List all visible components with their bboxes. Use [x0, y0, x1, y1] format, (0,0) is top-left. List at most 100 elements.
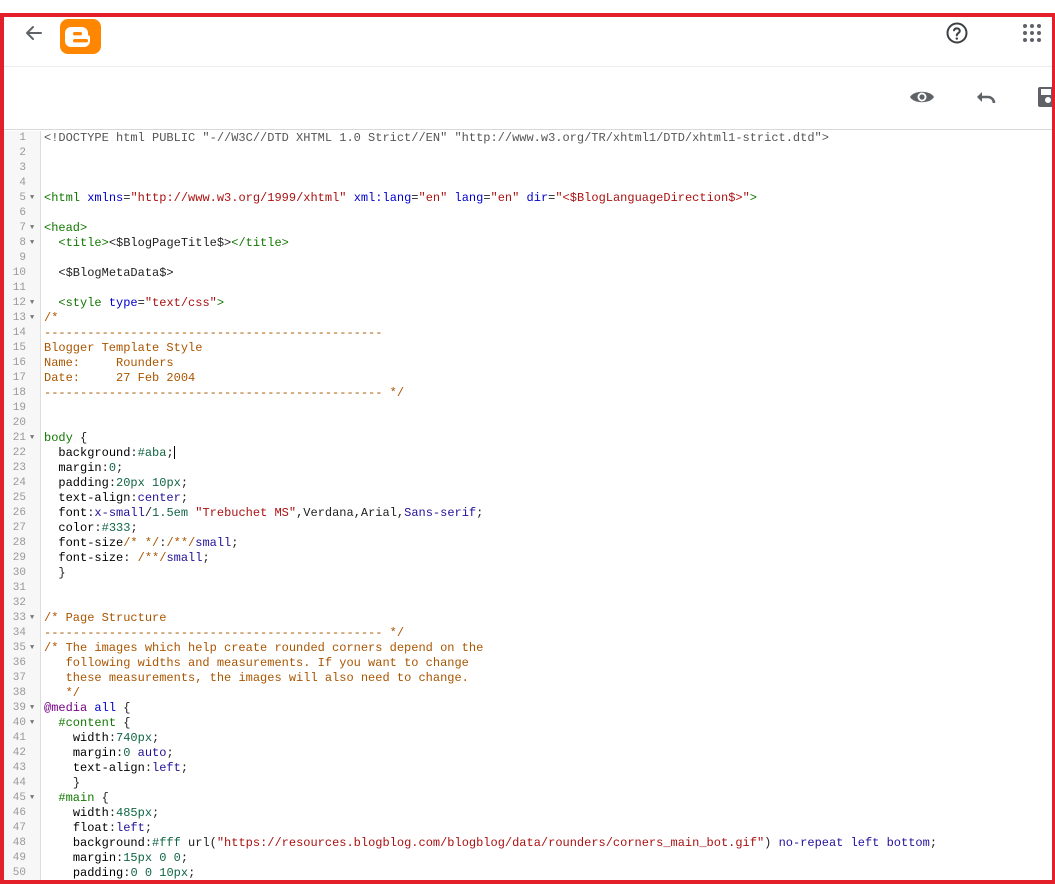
code-line[interactable]: 22 background:#aba; — [4, 446, 1052, 461]
code-line[interactable]: 8 ▼ <title><$BlogPageTitle$></title> — [4, 236, 1052, 251]
line-number: 1 — [19, 132, 26, 144]
code-token: 20px — [116, 476, 145, 490]
code-text: } — [44, 776, 80, 791]
code-line[interactable]: 26 font:x-small/1.5em "Trebuchet MS",Ver… — [4, 506, 1052, 521]
apps-grid-icon[interactable] — [1020, 21, 1044, 45]
code-line[interactable]: 31 — [4, 581, 1052, 596]
code-line[interactable]: 40 ▼ #content { — [4, 716, 1052, 731]
line-number: 48 — [12, 837, 26, 849]
code-line[interactable]: 25 text-align:center; — [4, 491, 1052, 506]
code-line[interactable]: 33 ▼ /* Page Structure — [4, 611, 1052, 626]
eye-icon[interactable] — [908, 83, 936, 111]
fold-arrow-icon[interactable]: ▼ — [30, 236, 34, 251]
code-line[interactable]: 36 following widths and measurements. If… — [4, 656, 1052, 671]
help-circle-icon[interactable] — [944, 20, 970, 46]
fold-arrow-icon[interactable]: ▼ — [30, 296, 34, 311]
code-line[interactable]: 9 — [4, 251, 1052, 266]
fold-arrow-icon[interactable]: ▼ — [30, 701, 34, 716]
fold-arrow-icon[interactable]: ▼ — [30, 791, 34, 806]
line-number: 47 — [12, 822, 26, 834]
code-token: <html — [44, 191, 81, 205]
code-line[interactable]: 13 ▼ /* — [4, 311, 1052, 326]
line-number: 29 — [12, 552, 26, 564]
code-line[interactable]: 3 — [4, 161, 1052, 176]
code-line[interactable]: 20 — [4, 416, 1052, 431]
line-number: 40 — [12, 717, 26, 729]
code-token: center — [137, 491, 181, 505]
code-line[interactable]: 35 ▼ /* The images which help create round… — [4, 641, 1052, 656]
code-line[interactable]: 1 <!DOCTYPE html PUBLIC "-//W3C//DTD XHTM… — [4, 131, 1052, 146]
code-line[interactable]: 4 — [4, 176, 1052, 191]
code-text: background:#aba; — [44, 446, 175, 461]
code-line[interactable]: 10 <$BlogMetaData$> — [4, 266, 1052, 281]
code-line[interactable]: 42 margin:0 auto; — [4, 746, 1052, 761]
code-line[interactable]: 27 color:#333; — [4, 521, 1052, 536]
code-line[interactable]: 46 width:485px; — [4, 806, 1052, 821]
code-line[interactable]: 45 ▼ #main { — [4, 791, 1052, 806]
code-token: #content — [58, 716, 117, 730]
fold-arrow-icon[interactable]: ▼ — [30, 641, 34, 656]
code-text: Name: Rounders — [44, 356, 174, 371]
code-line[interactable]: 34 --------------------------------------… — [4, 626, 1052, 641]
code-text: ----------------------------------------… — [44, 326, 382, 341]
code-line[interactable]: 50 padding:0 0 10px; — [4, 866, 1052, 880]
code-line[interactable]: 41 width:740px; — [4, 731, 1052, 746]
code-token: left — [116, 821, 145, 835]
code-line[interactable]: 38 */ — [4, 686, 1052, 701]
code-line[interactable]: 47 float:left; — [4, 821, 1052, 836]
code-lines[interactable]: 1 <!DOCTYPE html PUBLIC "-//W3C//DTD XHTM… — [4, 131, 1052, 880]
fold-arrow-icon[interactable]: ▼ — [30, 431, 34, 446]
code-line[interactable]: 12 ▼ <style type="text/css"> — [4, 296, 1052, 311]
save-icon[interactable] — [1034, 83, 1052, 111]
code-line[interactable]: 28 font-size/* */:/**/small; — [4, 536, 1052, 551]
code-text: /* Page Structure — [44, 611, 166, 626]
fold-arrow-icon[interactable]: ▼ — [30, 191, 34, 206]
code-line[interactable]: 21 ▼ body { — [4, 431, 1052, 446]
top-bar — [4, 17, 1052, 67]
code-line[interactable]: 7 ▼ <head> — [4, 221, 1052, 236]
code-line[interactable]: 48 background:#fff url("https://resource… — [4, 836, 1052, 851]
code-line[interactable]: 24 padding:20px 10px; — [4, 476, 1052, 491]
code-line[interactable]: 37 these measurements, the images will a… — [4, 671, 1052, 686]
code-editor[interactable]: 1 <!DOCTYPE html PUBLIC "-//W3C//DTD XHTM… — [4, 131, 1052, 880]
arrow-back-icon[interactable] — [22, 21, 46, 45]
code-line[interactable]: 18 --------------------------------------… — [4, 386, 1052, 401]
code-token: margin — [72, 851, 117, 865]
code-line[interactable]: 30 } — [4, 566, 1052, 581]
code-line[interactable]: 2 — [4, 146, 1052, 161]
code-line[interactable]: 15 Blogger Template Style — [4, 341, 1052, 356]
code-line[interactable]: 14 --------------------------------------… — [4, 326, 1052, 341]
code-token: : — [108, 476, 117, 490]
code-line[interactable]: 17 Date: 27 Feb 2004 — [4, 371, 1052, 386]
code-text: margin:0; — [44, 461, 123, 476]
code-line[interactable]: 19 — [4, 401, 1052, 416]
code-line[interactable]: 43 text-align:left; — [4, 761, 1052, 776]
fold-arrow-icon[interactable]: ▼ — [30, 611, 34, 626]
code-text: <!DOCTYPE html PUBLIC "-//W3C//DTD XHTML… — [44, 131, 829, 146]
code-line[interactable]: 49 margin:15px 0 0; — [4, 851, 1052, 866]
code-line[interactable]: 23 margin:0; — [4, 461, 1052, 476]
code-token: font-size — [58, 536, 124, 550]
code-line[interactable]: 6 — [4, 206, 1052, 221]
fold-arrow-icon[interactable]: ▼ — [30, 311, 34, 326]
undo-icon[interactable] — [972, 83, 1000, 111]
code-line[interactable]: 44 } — [4, 776, 1052, 791]
line-number: 35 — [12, 642, 26, 654]
code-line[interactable]: 29 font-size: /**/small; — [4, 551, 1052, 566]
code-line[interactable]: 11 — [4, 281, 1052, 296]
code-line[interactable]: 16 Name: Rounders — [4, 356, 1052, 371]
code-line[interactable]: 39 ▼ @media all { — [4, 701, 1052, 716]
blogger-logo[interactable] — [60, 19, 101, 54]
code-token: font-size — [58, 551, 124, 565]
code-line[interactable]: 32 — [4, 596, 1052, 611]
fold-arrow-icon[interactable]: ▼ — [30, 221, 34, 236]
fold-arrow-icon[interactable]: ▼ — [30, 716, 34, 731]
code-line[interactable]: 5 ▼ <html xmlns = "http://www.w3.org/1999/xh… — [4, 191, 1052, 206]
code-token: : — [108, 731, 117, 745]
